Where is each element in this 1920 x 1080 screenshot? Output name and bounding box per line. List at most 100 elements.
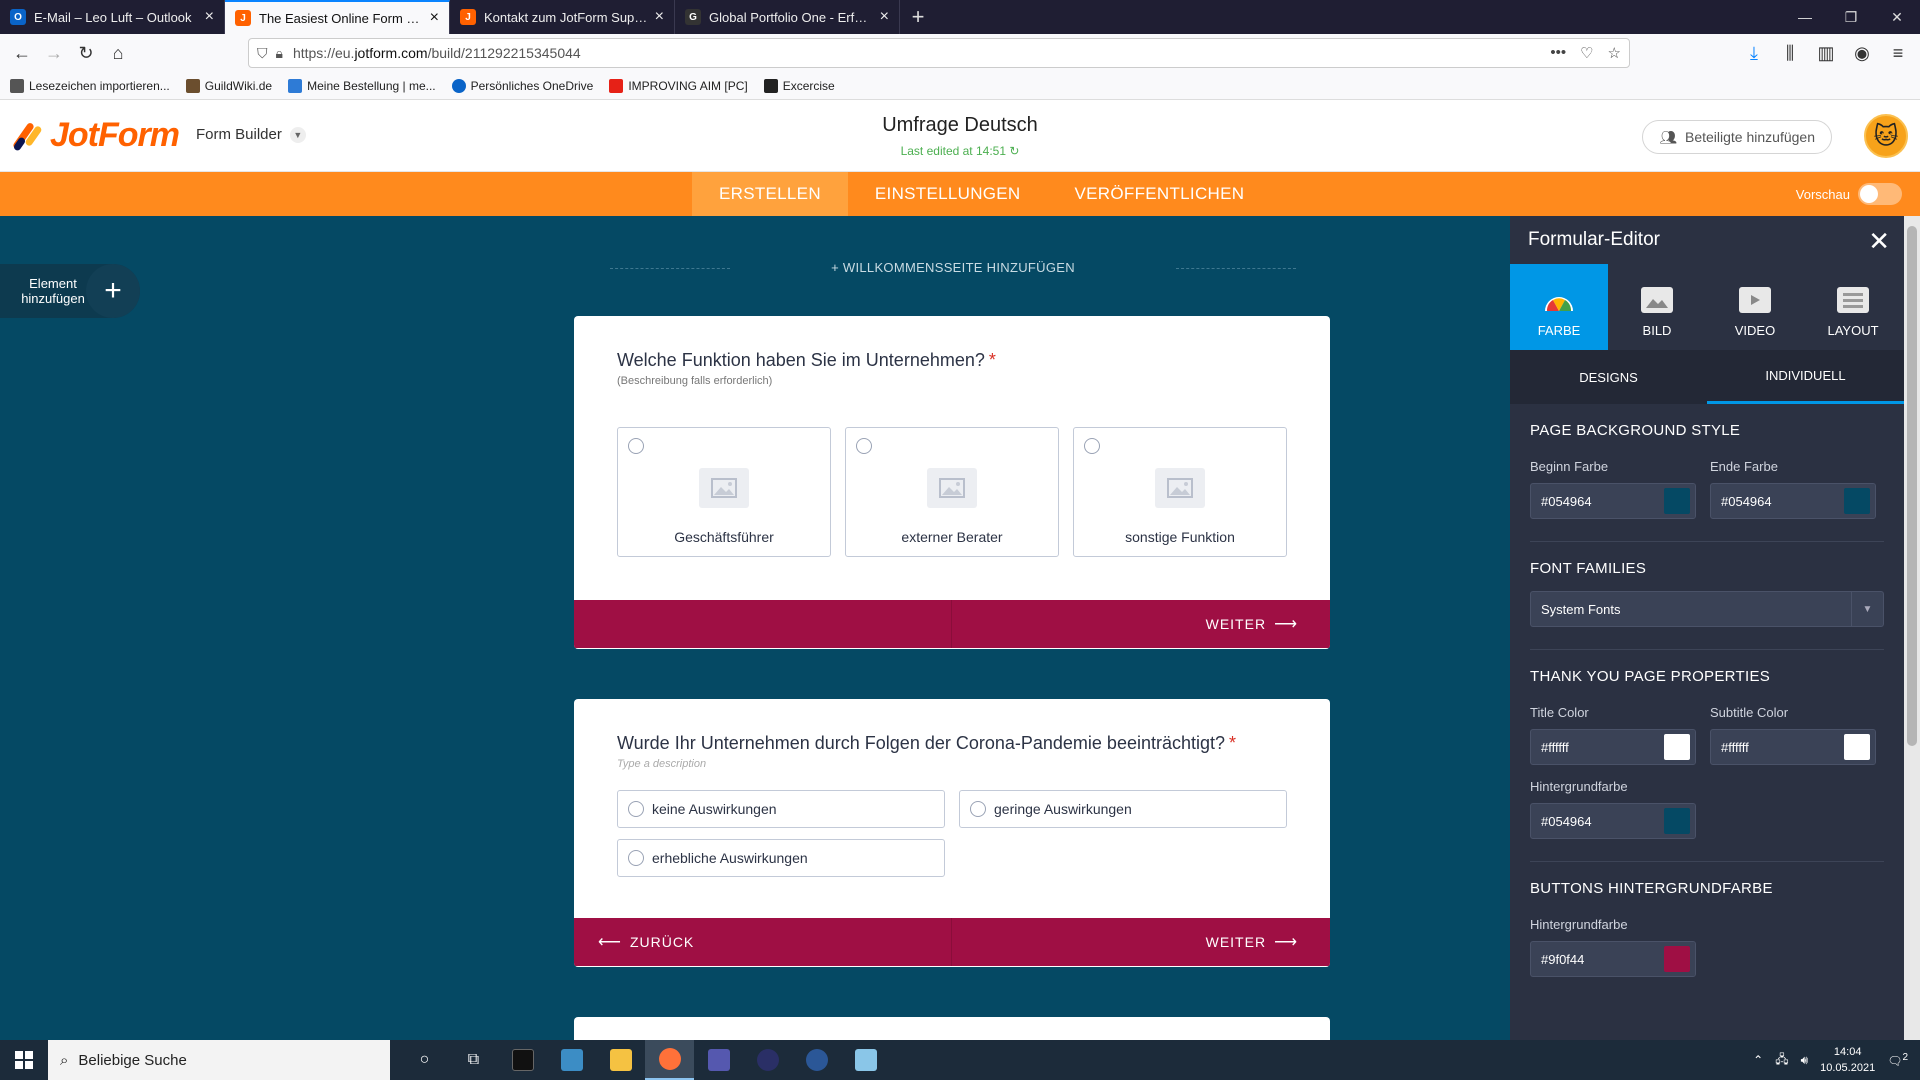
subtab-designs[interactable]: DESIGNS — [1510, 350, 1707, 404]
radio-button[interactable] — [1084, 438, 1100, 454]
sidebar-icon[interactable]: ▥ — [1810, 37, 1842, 69]
thankyou-bg-color-input[interactable]: #054964 — [1530, 803, 1696, 839]
browser-tab-gpo[interactable]: G Global Portfolio One - Erfolgre × — [675, 0, 900, 34]
file-explorer-icon[interactable] — [596, 1040, 645, 1080]
subtab-individuell[interactable]: INDIVIDUELL — [1707, 350, 1904, 404]
question-description[interactable]: Type a description — [617, 758, 706, 770]
image-option[interactable]: sonstige Funktion — [1073, 427, 1287, 557]
add-collaborators-button[interactable]: 👥︎ Beteiligte hinzufügen — [1642, 120, 1832, 154]
plus-icon[interactable]: + — [86, 264, 140, 318]
page-actions-icon[interactable]: ••• — [1550, 44, 1566, 62]
bookmark-item[interactable]: GuildWiki.de — [185, 78, 272, 93]
question-title[interactable]: Welche Funktion haben Sie im Unternehmen… — [617, 350, 996, 371]
tab-veroeffentlichen[interactable]: VERÖFFENTLICHEN — [1048, 172, 1272, 216]
image-option[interactable]: externer Berater — [845, 427, 1059, 557]
taskbar-search-input[interactable]: ⌕ Beliebige Suche — [48, 1040, 390, 1080]
color-swatch[interactable] — [1659, 942, 1695, 976]
tab-close-icon[interactable]: × — [430, 9, 439, 27]
button-bg-color-input[interactable]: #9f0f44 — [1530, 941, 1696, 977]
color-swatch[interactable] — [1659, 804, 1695, 838]
bookmark-item[interactable]: Lesezeichen importieren... — [10, 78, 170, 93]
task-view-icon[interactable]: ⧉ — [449, 1040, 498, 1080]
address-bar[interactable]: ⛉ 🔒︎ https://eu.jotform.com/build/211292… — [248, 38, 1630, 68]
next-button[interactable]: WEITER ⟶ — [952, 600, 1330, 648]
next-button[interactable]: WEITER ⟶ — [952, 918, 1330, 966]
color-swatch[interactable] — [1659, 730, 1695, 764]
browser-tab-jotform-builder[interactable]: J The Easiest Online Form Builder × — [225, 0, 450, 34]
tab-video[interactable]: VIDEO — [1706, 264, 1804, 350]
radio-option[interactable]: keine Auswirkungen — [617, 790, 945, 828]
tab-close-icon[interactable]: × — [880, 8, 889, 26]
notes-icon[interactable] — [841, 1040, 890, 1080]
begin-color-input[interactable]: #054964 — [1530, 483, 1696, 519]
radio-button[interactable] — [856, 438, 872, 454]
title-color-input[interactable]: #ffffff — [1530, 729, 1696, 765]
browser-tab-outlook[interactable]: O E-Mail – Leo Luft – Outlook × — [0, 0, 225, 34]
restore-icon[interactable]: ❐ — [1828, 0, 1874, 34]
last-edited-status[interactable]: Last edited at 14:51 ↻ — [0, 144, 1920, 158]
minimize-icon[interactable]: — — [1782, 0, 1828, 34]
color-swatch[interactable] — [1659, 484, 1695, 518]
forward-icon[interactable]: → — [38, 37, 70, 69]
close-window-icon[interactable]: ✕ — [1874, 0, 1920, 34]
add-welcome-page-link[interactable]: + WILLKOMMENSSEITE HINZUFÜGEN — [610, 260, 1296, 275]
scrollbar-thumb[interactable] — [1907, 226, 1917, 746]
account-icon[interactable]: ◉ — [1846, 37, 1878, 69]
question-title[interactable]: Wurde Ihr Unternehmen durch Folgen der C… — [617, 733, 1236, 754]
bookmark-item[interactable]: Persönliches OneDrive — [451, 78, 593, 93]
clock[interactable]: 14:04 10.05.2021 — [1820, 1044, 1875, 1076]
windows-start-icon[interactable] — [0, 1040, 48, 1080]
bookmark-star-icon[interactable]: ☆ — [1608, 44, 1621, 62]
tab-farbe[interactable]: FARBE — [1510, 264, 1608, 350]
notifications-icon[interactable]: 🗨︎2 — [1887, 1052, 1908, 1068]
tab-bild[interactable]: BILD — [1608, 264, 1706, 350]
close-icon[interactable]: ✕ — [1868, 226, 1890, 257]
new-tab-button[interactable]: + — [900, 0, 936, 34]
avatar[interactable]: 🐱︎ — [1864, 114, 1908, 158]
lock-icon[interactable]: 🔒︎ — [276, 45, 283, 62]
radio-button[interactable] — [628, 850, 644, 866]
preview-toggle[interactable]: Vorschau — [1796, 183, 1902, 205]
color-swatch[interactable] — [1839, 730, 1875, 764]
form-title[interactable]: Umfrage Deutsch — [0, 114, 1920, 137]
tab-einstellungen[interactable]: EINSTELLUNGEN — [848, 172, 1048, 216]
volume-icon[interactable]: 🔊︎ — [1801, 1053, 1809, 1068]
bookmark-item[interactable]: IMPROVING AIM [PC] — [609, 78, 748, 93]
question-card-1[interactable]: Welche Funktion haben Sie im Unternehmen… — [574, 316, 1330, 649]
subtitle-color-input[interactable]: #ffffff — [1710, 729, 1876, 765]
radio-button[interactable] — [970, 801, 986, 817]
image-option[interactable]: Geschäftsführer — [617, 427, 831, 557]
radio-button[interactable] — [628, 438, 644, 454]
network-icon[interactable]: 🖧︎ — [1775, 1050, 1788, 1071]
bookmark-item[interactable]: Excercise — [763, 78, 835, 93]
radio-button[interactable] — [628, 801, 644, 817]
question-card-3[interactable] — [574, 1017, 1330, 1040]
download-icon[interactable]: ⤓ — [1738, 37, 1770, 69]
shield-icon[interactable]: ⛉ — [257, 45, 268, 62]
preview-switch[interactable] — [1858, 183, 1902, 205]
pocket-icon[interactable]: ♡ — [1580, 44, 1593, 62]
cortana-icon[interactable]: ○ — [400, 1040, 449, 1080]
tab-close-icon[interactable]: × — [655, 8, 664, 26]
home-icon[interactable]: ⌂ — [102, 37, 134, 69]
radio-option[interactable]: geringe Auswirkungen — [959, 790, 1287, 828]
bookmark-item[interactable]: Meine Bestellung | me... — [288, 78, 436, 93]
color-swatch[interactable] — [1839, 484, 1875, 518]
library-icon[interactable]: ⫼ — [1774, 37, 1806, 69]
tab-erstellen[interactable]: ERSTELLEN — [692, 172, 848, 216]
firefox-icon[interactable] — [645, 1040, 694, 1080]
browser-tab-jotform-support[interactable]: J Kontakt zum JotForm Support × — [450, 0, 675, 34]
teams-icon[interactable] — [694, 1040, 743, 1080]
menu-icon[interactable]: ≡ — [1882, 37, 1914, 69]
font-family-select[interactable]: System Fonts ▼ — [1530, 591, 1884, 627]
chevron-up-icon[interactable]: ⌃ — [1753, 1053, 1763, 1067]
tab-close-icon[interactable]: × — [205, 8, 214, 26]
back-button[interactable]: ⟵ ZURÜCK — [574, 918, 952, 966]
app-icon[interactable] — [743, 1040, 792, 1080]
back-icon[interactable]: ← — [6, 37, 38, 69]
keepass-icon[interactable] — [792, 1040, 841, 1080]
terminal-icon[interactable] — [498, 1040, 547, 1080]
app-icon[interactable] — [547, 1040, 596, 1080]
radio-option[interactable]: erhebliche Auswirkungen — [617, 839, 945, 877]
add-element-button[interactable]: Element hinzufügen + — [0, 264, 140, 318]
